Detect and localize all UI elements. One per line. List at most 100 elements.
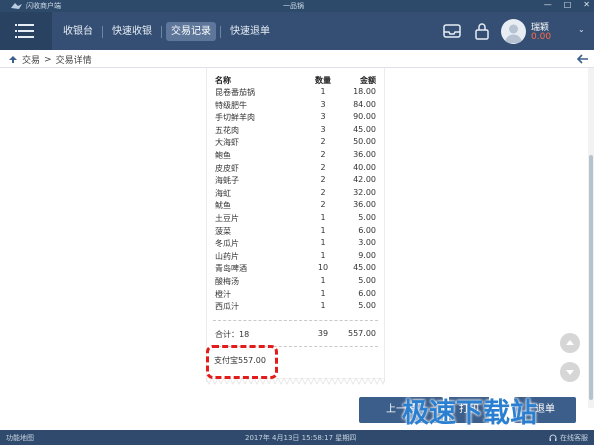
scrollbar-thumb[interactable] [589, 155, 593, 400]
tab-quick-checkout[interactable]: 快速收银 [107, 22, 157, 41]
receipt: 名称 数量 金额 昆卷番茄锅 1 18.00 特级肥牛 3 84.00 手切鲜羊肉 3 90.0… [206, 68, 385, 382]
headset-icon [549, 434, 557, 441]
receipt-item-row: 青岛啤酒 10 45.00 [215, 263, 376, 276]
item-qty: 3 [320, 112, 326, 122]
item-name: 大海虾 [215, 138, 239, 148]
receipt-item-row: 山药片 1 9.00 [215, 251, 376, 264]
item-name: 菠菜 [215, 226, 231, 236]
item-amount: 36.00 [353, 149, 376, 159]
item-amount: 42.00 [353, 175, 376, 185]
receipt-item-row: 海蚝子 2 42.00 [215, 175, 376, 188]
item-amount: 45.00 [353, 263, 376, 273]
app-name: 闪收商户端 [26, 2, 61, 10]
item-name: 昆卷番茄锅 [215, 88, 255, 97]
column-amount: 金额 [360, 76, 376, 85]
receipt-item-row: 五花肉 3 45.00 [215, 125, 376, 138]
item-qty: 3 [320, 99, 326, 109]
item-qty: 2 [320, 187, 326, 197]
item-name: 皮皮虾 [215, 163, 239, 173]
column-qty: 数量 [315, 76, 331, 85]
item-qty: 1 [320, 238, 326, 248]
tab-quick-refund[interactable]: 快速退单 [225, 22, 275, 41]
function-map-link[interactable]: 功能地图 [6, 433, 34, 443]
transaction-icon [9, 56, 17, 63]
breadcrumb-bar: 交易 > 交易详情 [0, 50, 594, 68]
tab-transactions[interactable]: 交易记录 [166, 22, 216, 41]
user-icon [505, 24, 522, 43]
receipt-item-row: 皮皮虾 2 40.00 [215, 163, 376, 176]
status-datetime: 2017年 4月13日 15:58:17 星期四 [245, 434, 357, 442]
item-name: 鱿鱼 [215, 201, 231, 211]
receipt-item-row: 鱿鱼 2 36.00 [215, 200, 376, 213]
total-amount: 557.00 [348, 329, 376, 338]
item-qty: 1 [320, 288, 326, 298]
total-label: 合计：18 [215, 330, 250, 339]
receipt-item-row: 大海虾 2 50.00 [215, 137, 376, 150]
item-qty: 10 [317, 263, 329, 273]
window-controls: — □ ✕ [544, 0, 590, 9]
item-name: 山药片 [215, 251, 239, 261]
receipt-items: 昆卷番茄锅 1 18.00 特级肥牛 3 84.00 手切鲜羊肉 3 90.00 五花肉 3 45.0… [215, 87, 376, 314]
item-name: 冬瓜片 [215, 239, 239, 249]
lock-icon[interactable] [472, 21, 492, 41]
item-qty: 1 [320, 212, 326, 222]
inbox-icon[interactable] [442, 21, 462, 41]
avatar[interactable] [501, 19, 526, 44]
watermark: 极速下载站 [402, 398, 537, 429]
item-name: 海蚝子 [215, 176, 239, 186]
app-logo-icon [11, 3, 22, 9]
item-amount: 3.00 [358, 238, 376, 248]
item-qty: 2 [320, 137, 326, 147]
item-amount: 84.00 [353, 99, 376, 109]
close-button[interactable]: ✕ [583, 0, 590, 9]
item-amount: 5.00 [358, 275, 376, 285]
item-name: 鲍鱼 [215, 150, 231, 160]
receipt-item-row: 特级肥牛 3 84.00 [215, 100, 376, 113]
receipt-item-row: 西瓜汁 1 5.00 [215, 301, 376, 314]
item-qty: 1 [320, 87, 326, 96]
payment-highlight [206, 345, 278, 379]
item-amount: 18.00 [353, 87, 376, 96]
column-name: 名称 [215, 76, 231, 85]
item-qty: 3 [320, 124, 326, 134]
maximize-button[interactable]: □ [564, 0, 572, 9]
breadcrumb-root[interactable]: 交易 [22, 53, 40, 66]
tab-cashier[interactable]: 收银台 [58, 22, 98, 41]
receipt-item-row: 昆卷番茄锅 1 18.00 [215, 87, 376, 100]
item-name: 土豆片 [215, 213, 239, 223]
back-arrow-icon[interactable] [576, 52, 590, 66]
item-amount: 36.00 [353, 200, 376, 210]
main-nav: 收银台 快速收银 交易记录 快速退单 [58, 22, 275, 41]
item-amount: 45.00 [353, 124, 376, 134]
item-qty: 2 [320, 200, 326, 210]
item-qty: 1 [320, 301, 326, 311]
breadcrumb: 交易 > 交易详情 [8, 53, 92, 66]
item-amount: 90.00 [353, 112, 376, 122]
chevron-down-icon [566, 370, 574, 375]
menu-button[interactable] [0, 12, 52, 50]
user-balance: 0.00 [531, 32, 552, 42]
item-qty: 2 [320, 175, 326, 185]
scroll-down-button[interactable] [560, 362, 580, 382]
chevron-down-icon[interactable]: ⌄ [578, 25, 585, 34]
item-qty: 1 [320, 275, 326, 285]
item-amount: 32.00 [353, 187, 376, 197]
window-title: 一品锅 [283, 2, 304, 10]
status-bar: 功能地图 2017年 4月13日 15:58:17 星期四 在线客服 [0, 430, 594, 445]
item-name: 手切鲜羊肉 [215, 113, 255, 123]
item-amount: 5.00 [358, 301, 376, 311]
receipt-item-row: 菠菜 1 6.00 [215, 226, 376, 239]
minimize-button[interactable]: — [544, 0, 552, 9]
item-qty: 2 [320, 149, 326, 159]
item-name: 酸梅汤 [215, 276, 239, 286]
item-name: 五花肉 [215, 125, 239, 135]
scroll-up-button[interactable] [560, 333, 580, 353]
item-qty: 1 [320, 225, 326, 235]
online-support-link[interactable]: 在线客服 [549, 433, 588, 443]
item-amount: 5.00 [358, 212, 376, 222]
item-name: 青岛啤酒 [215, 264, 247, 274]
window-titlebar: 闪收商户端 一品锅 — □ ✕ [0, 0, 594, 12]
receipt-item-row: 手切鲜羊肉 3 90.00 [215, 112, 376, 125]
item-name: 西瓜汁 [215, 302, 239, 312]
item-amount: 6.00 [358, 288, 376, 298]
